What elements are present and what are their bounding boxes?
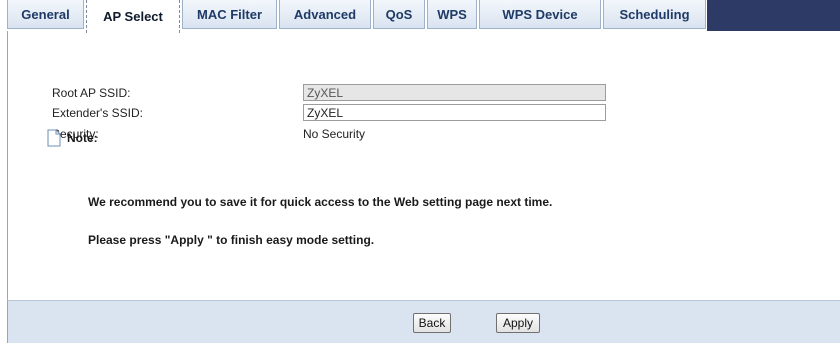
note-title: Note:: [67, 131, 98, 145]
content-panel: [7, 31, 840, 300]
back-button[interactable]: Back: [413, 313, 451, 333]
tab-general[interactable]: General: [7, 0, 84, 29]
document-icon: [47, 129, 61, 147]
tab-wps-device[interactable]: WPS Device: [479, 0, 601, 29]
tab-mac-filter[interactable]: MAC Filter: [182, 0, 277, 29]
tab-bar: General AP Select MAC Filter Advanced Qo…: [0, 0, 840, 33]
note-recommend-text: We recommend you to save it for quick ac…: [88, 195, 553, 209]
extender-ssid-label: Extender's SSID:: [52, 106, 143, 120]
note-apply-text: Please press "Apply " to finish easy mod…: [88, 233, 375, 247]
tab-qos[interactable]: QoS: [373, 0, 425, 29]
tab-scheduling[interactable]: Scheduling: [603, 0, 706, 29]
root-ap-ssid-field: [303, 84, 606, 101]
tab-ap-select[interactable]: AP Select: [86, 0, 180, 33]
security-value: No Security: [303, 127, 366, 141]
tab-wps[interactable]: WPS: [427, 0, 477, 29]
apply-button[interactable]: Apply: [496, 313, 540, 333]
root-ap-ssid-label: Root AP SSID:: [52, 86, 131, 100]
tab-advanced[interactable]: Advanced: [279, 0, 371, 29]
tab-bar-fill: [707, 0, 840, 31]
footer-bar: Back Apply: [7, 300, 840, 343]
extender-ssid-field[interactable]: [303, 104, 606, 121]
